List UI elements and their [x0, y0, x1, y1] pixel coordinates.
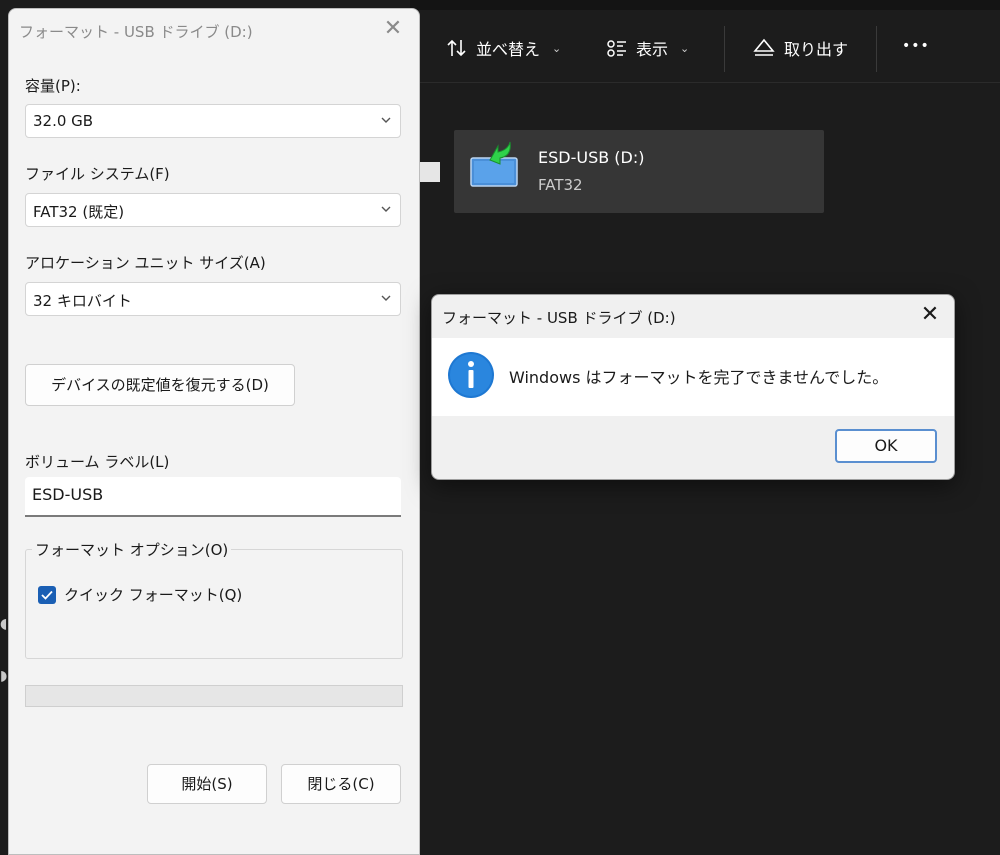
eject-icon	[753, 38, 775, 56]
drive-filesystem: FAT32	[538, 176, 583, 194]
info-icon	[448, 352, 494, 398]
allocation-unit-label: アロケーション ユニット サイズ(A)	[25, 254, 266, 272]
sort-label: 並べ替え	[476, 40, 541, 59]
allocation-unit-value: 32 キロバイト	[33, 292, 132, 310]
capacity-value: 32.0 GB	[33, 112, 94, 130]
chevron-down-icon: ⌄	[680, 41, 690, 55]
chevron-down-icon	[381, 295, 391, 301]
start-button[interactable]: 開始(S)	[147, 764, 267, 804]
quick-format-label: クイック フォーマット(Q)	[64, 586, 243, 604]
eject-button[interactable]: 取り出す	[752, 36, 848, 60]
sort-icon	[447, 39, 466, 57]
capacity-label: 容量(P):	[25, 77, 81, 95]
message-text: Windows はフォーマットを完了できませんでした。	[509, 368, 889, 387]
toolbar-separator	[876, 26, 877, 72]
toolbar-separator	[724, 26, 725, 72]
usb-drive-icon	[470, 141, 518, 187]
background-glyph: ◗	[0, 668, 8, 684]
format-dialog: フォーマット - USB ドライブ (D:) ✕ 容量(P): 32.0 GB …	[8, 8, 420, 855]
eject-label: 取り出す	[784, 40, 849, 59]
message-box-close-button[interactable]: ✕	[916, 301, 944, 329]
message-box-title: フォーマット - USB ドライブ (D:)	[442, 309, 676, 327]
close-dialog-button[interactable]: 閉じる(C)	[281, 764, 401, 804]
filesystem-label: ファイル システム(F)	[25, 165, 170, 183]
close-button[interactable]: ✕	[379, 15, 407, 43]
allocation-unit-select[interactable]: 32 キロバイト	[25, 282, 401, 316]
checkmark-icon	[41, 590, 53, 600]
volume-label-input[interactable]: ESD-USB	[25, 477, 401, 517]
volume-label-label: ボリューム ラベル(L)	[25, 453, 170, 471]
capacity-select[interactable]: 32.0 GB	[25, 104, 401, 138]
view-label: 表示	[636, 40, 669, 59]
more-options-button[interactable]: •••	[902, 38, 930, 54]
drive-name: ESD-USB (D:)	[538, 148, 645, 167]
explorer-command-bar: 並べ替え ⌄ 表示 ⌄ 取り出す •••	[410, 0, 1000, 83]
close-icon: ✕	[920, 302, 940, 327]
background-element	[420, 162, 440, 182]
chevron-down-icon	[381, 206, 391, 212]
drive-tile-d[interactable]: ESD-USB (D:) FAT32	[454, 130, 824, 213]
quick-format-checkbox[interactable]	[38, 586, 56, 604]
error-message-box: フォーマット - USB ドライブ (D:) ✕ Windows はフォーマット…	[431, 294, 955, 480]
format-progress-bar	[25, 685, 403, 707]
restore-defaults-button[interactable]: デバイスの既定値を復元する(D)	[25, 364, 295, 406]
format-options-group: フォーマット オプション(O) クイック フォーマット(Q)	[25, 539, 403, 659]
message-box-body: Windows はフォーマットを完了できませんでした。	[432, 338, 954, 416]
view-icon	[607, 40, 626, 57]
volume-label-value: ESD-USB	[32, 485, 104, 504]
format-options-label: フォーマット オプション(O)	[32, 539, 232, 560]
more-icon: •••	[902, 38, 930, 54]
chevron-down-icon	[381, 117, 391, 123]
ok-button[interactable]: OK	[835, 429, 937, 463]
chevron-down-icon: ⌄	[552, 41, 562, 55]
view-button[interactable]: 表示 ⌄	[606, 36, 689, 60]
filesystem-select[interactable]: FAT32 (既定)	[25, 193, 401, 227]
close-icon: ✕	[383, 16, 403, 41]
filesystem-value: FAT32 (既定)	[33, 203, 125, 221]
dialog-title: フォーマット - USB ドライブ (D:)	[19, 23, 253, 41]
sort-button[interactable]: 並べ替え ⌄	[446, 36, 561, 60]
background-glyph: ◖	[0, 616, 8, 632]
